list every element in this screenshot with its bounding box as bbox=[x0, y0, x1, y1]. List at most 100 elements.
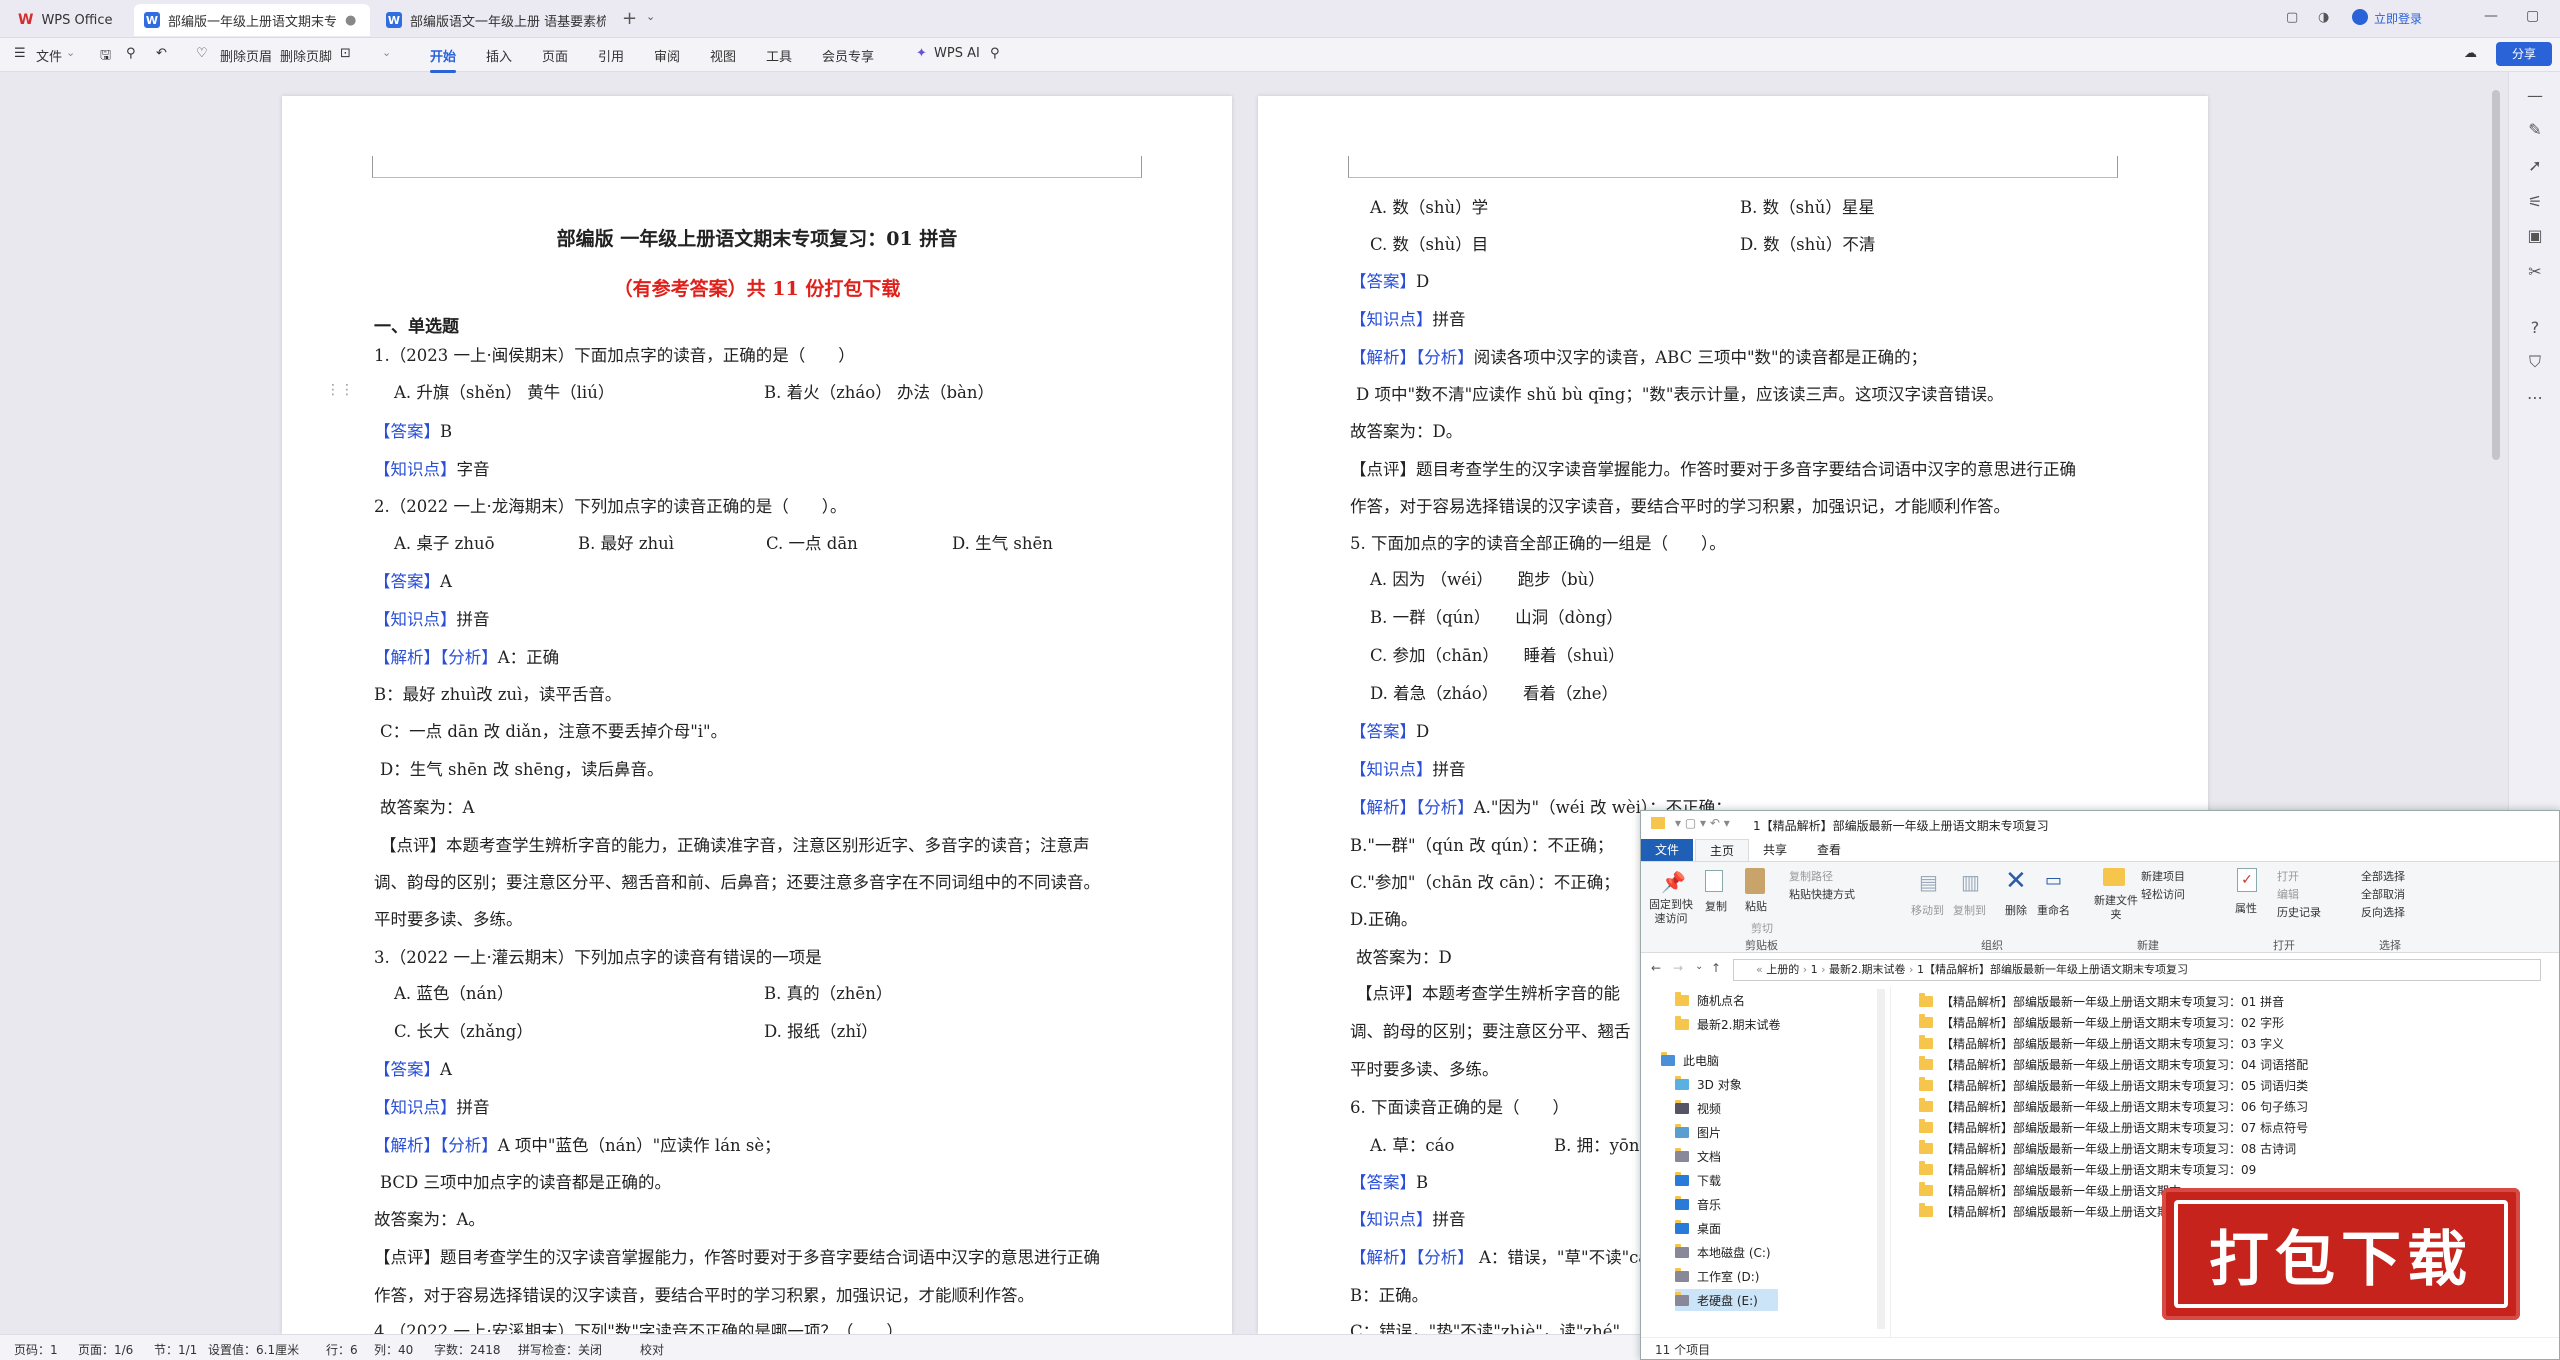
save-icon[interactable]: 🖫 bbox=[100, 46, 111, 68]
pin-icon[interactable]: 📌 bbox=[1661, 870, 1686, 894]
rename-icon[interactable]: ▭ bbox=[2045, 870, 2062, 891]
status-word-count[interactable]: 字数：2418 bbox=[434, 1341, 501, 1358]
file-item[interactable]: 【精品解析】部编版最新一年级上册语文期末专项复习：06 句子练习 bbox=[1919, 1096, 2308, 1117]
up-icon[interactable]: ↑ bbox=[1711, 961, 1721, 975]
status-page-number[interactable]: 页码：1 bbox=[14, 1341, 58, 1358]
quick-access-toolbar-icon[interactable]: ▾ ▢ ▾ ↶ ▾ bbox=[1675, 816, 1730, 830]
file-item[interactable]: 【精品解析】部编版最新一年级上册语文期末专项复习：05 词语归类 bbox=[1919, 1075, 2308, 1096]
file-item[interactable]: 【精品解析】部编版最新一年级上册语文期末专项复习：04 词语搭配 bbox=[1919, 1054, 2308, 1075]
nav-item-selected[interactable]: 老硬盘 (E:) bbox=[1675, 1289, 1778, 1311]
download-stamp[interactable]: 打包下载 bbox=[2162, 1188, 2520, 1320]
undo-icon[interactable]: ↶ bbox=[156, 46, 167, 61]
menu-view[interactable]: 视图 bbox=[710, 46, 736, 65]
more-chevron-icon[interactable]: ⌄ bbox=[382, 46, 391, 59]
properties-button[interactable]: 属性 bbox=[2235, 900, 2257, 916]
file-item[interactable]: 【精品解析】部编版最新一年级上册语文期末 bbox=[1919, 1180, 2181, 1201]
format-painter-icon[interactable]: ♡ bbox=[196, 46, 208, 61]
ribbon-tab-home[interactable]: 主页 bbox=[1695, 839, 1750, 861]
search-doc-icon[interactable]: ⚲ bbox=[126, 46, 136, 61]
paste-icon[interactable] bbox=[1745, 868, 1765, 894]
menu-member[interactable]: 会员专享 bbox=[822, 46, 874, 65]
cloud-sync-icon[interactable]: ☁ bbox=[2464, 46, 2477, 61]
edit-button[interactable]: 编辑 bbox=[2277, 886, 2299, 902]
collapse-icon[interactable]: — bbox=[2525, 86, 2545, 106]
copy-button[interactable]: 复制 bbox=[1705, 898, 1727, 914]
user-avatar-icon[interactable] bbox=[2352, 9, 2368, 25]
new-folder-icon[interactable] bbox=[2103, 868, 2125, 886]
menu-tools[interactable]: 工具 bbox=[766, 46, 792, 65]
back-icon[interactable]: ← bbox=[1651, 961, 1661, 975]
nav-item[interactable]: 文档 bbox=[1675, 1145, 1721, 1167]
adjust-icon[interactable]: ⚟ bbox=[2525, 192, 2545, 212]
select-none-button[interactable]: 全部取消 bbox=[2361, 886, 2405, 902]
tab-close-icon[interactable]: ● bbox=[345, 13, 356, 28]
document-scrollbar[interactable] bbox=[2492, 90, 2500, 460]
invert-selection-button[interactable]: 反向选择 bbox=[2361, 904, 2405, 920]
wps-ai-icon[interactable]: ✦ bbox=[916, 46, 927, 61]
tab-wps-office[interactable]: W WPS Office bbox=[8, 4, 128, 36]
nav-item[interactable]: 图片 bbox=[1675, 1121, 1721, 1143]
search-icon[interactable]: ⚲ bbox=[990, 46, 1000, 61]
history-button[interactable]: 历史记录 bbox=[2277, 904, 2321, 920]
copy-to-icon[interactable]: ▥ bbox=[1961, 870, 1980, 894]
status-row[interactable]: 行：6 bbox=[326, 1341, 358, 1358]
forward-icon[interactable]: → bbox=[1673, 961, 1683, 975]
move-to-button[interactable]: 移动到 bbox=[1911, 902, 1944, 918]
pen-icon[interactable]: ✎ bbox=[2525, 120, 2545, 140]
hamburger-icon[interactable]: ☰ bbox=[14, 46, 26, 61]
login-link[interactable]: 立即登录 bbox=[2374, 10, 2422, 27]
ribbon-tab-share[interactable]: 共享 bbox=[1749, 839, 1801, 861]
nav-item[interactable]: 工作室 (D:) bbox=[1675, 1265, 1759, 1287]
nav-item-this-pc[interactable]: 此电脑 bbox=[1661, 1049, 1719, 1071]
tab-list-chevron-icon[interactable]: ⌄ bbox=[646, 10, 655, 23]
wps-ai-button[interactable]: WPS AI bbox=[934, 46, 980, 61]
more-icon[interactable]: ⋯ bbox=[2525, 388, 2545, 408]
nav-item[interactable]: 音乐 bbox=[1675, 1193, 1721, 1215]
nav-item[interactable]: 下载 bbox=[1675, 1169, 1721, 1191]
select-all-button[interactable]: 全部选择 bbox=[2361, 868, 2405, 884]
file-item[interactable]: 【精品解析】部编版最新一年级上册语文期末专项复习：08 古诗词 bbox=[1919, 1138, 2296, 1159]
nav-item[interactable]: 随机点名 bbox=[1675, 989, 1745, 1011]
window-layout-icon[interactable]: ▢ bbox=[2286, 10, 2298, 25]
nav-item[interactable]: 桌面 bbox=[1675, 1217, 1721, 1239]
delete-header-button[interactable]: 删除页眉 bbox=[220, 46, 272, 65]
paste-button[interactable]: 粘贴 bbox=[1745, 898, 1767, 914]
drag-handle-icon[interactable]: ⋮⋮ bbox=[326, 382, 354, 398]
delete-footer-button[interactable]: 删除页脚 bbox=[280, 46, 332, 65]
status-section[interactable]: 节：1/1 bbox=[154, 1341, 197, 1358]
file-item[interactable]: 【精品解析】部编版最新一年级上册语文期末专项复习：01 拼音 bbox=[1919, 991, 2284, 1012]
shield-icon[interactable]: ⛉ bbox=[2525, 352, 2545, 372]
share-button[interactable]: 分享 bbox=[2496, 42, 2552, 66]
menu-page[interactable]: 页面 bbox=[542, 46, 568, 65]
new-folder-button[interactable]: 新建文件夹 bbox=[2093, 894, 2139, 922]
cut-button[interactable]: 剪切 bbox=[1751, 920, 1773, 936]
file-item[interactable]: 【精品解析】部编版最新一年级上册语文期末专项复习：07 标点符号 bbox=[1919, 1117, 2308, 1138]
status-spellcheck[interactable]: 拼写检查：关闭 bbox=[518, 1341, 602, 1358]
file-item[interactable]: 【精品解析】部编版最新一年级上册语文期末 bbox=[1919, 1201, 2181, 1222]
file-item[interactable]: 【精品解析】部编版最新一年级上册语文期末专项复习：03 字义 bbox=[1919, 1033, 2284, 1054]
status-page-count[interactable]: 页面：1/6 bbox=[78, 1341, 133, 1358]
menu-home[interactable]: 开始 bbox=[430, 46, 457, 73]
nav-item[interactable]: 3D 对象 bbox=[1675, 1073, 1742, 1095]
easy-access-button[interactable]: 轻松访问 bbox=[2141, 886, 2185, 902]
nav-item[interactable]: 本地磁盘 (C:) bbox=[1675, 1241, 1771, 1263]
file-menu-chevron-icon[interactable]: ⌄ bbox=[66, 46, 75, 59]
nav-item[interactable]: 最新2.期末试卷 bbox=[1675, 1013, 1780, 1035]
header-edit-icon[interactable]: ⊡ bbox=[340, 46, 351, 61]
copy-icon[interactable] bbox=[1705, 870, 1723, 892]
file-item[interactable]: 【精品解析】部编版最新一年级上册语文期末专项复习：02 字形 bbox=[1919, 1012, 2284, 1033]
menu-insert[interactable]: 插入 bbox=[486, 46, 512, 65]
nav-item[interactable]: 视频 bbox=[1675, 1097, 1721, 1119]
properties-icon[interactable]: ✓ bbox=[2237, 868, 2257, 892]
skin-icon[interactable]: ◑ bbox=[2318, 10, 2329, 25]
status-proofread[interactable]: 校对 bbox=[640, 1341, 664, 1358]
image-icon[interactable]: ▣ bbox=[2525, 226, 2545, 246]
tab-document-active[interactable]: W 部编版一年级上册语文期末专 ● bbox=[134, 4, 370, 36]
address-path[interactable]: « 上册的 › 1 › 最新2.期末试卷 › 1【精品解析】部编版最新一年级上册… bbox=[1733, 959, 2541, 981]
maximize-icon[interactable]: ▢ bbox=[2526, 8, 2539, 24]
move-to-icon[interactable]: ▤ bbox=[1919, 870, 1938, 894]
recent-chevron-icon[interactable]: ⌄ bbox=[1695, 961, 1703, 972]
help-icon[interactable]: ? bbox=[2525, 318, 2545, 338]
menu-review[interactable]: 审阅 bbox=[654, 46, 680, 65]
copy-path-button[interactable]: 复制路径 bbox=[1789, 868, 1833, 884]
